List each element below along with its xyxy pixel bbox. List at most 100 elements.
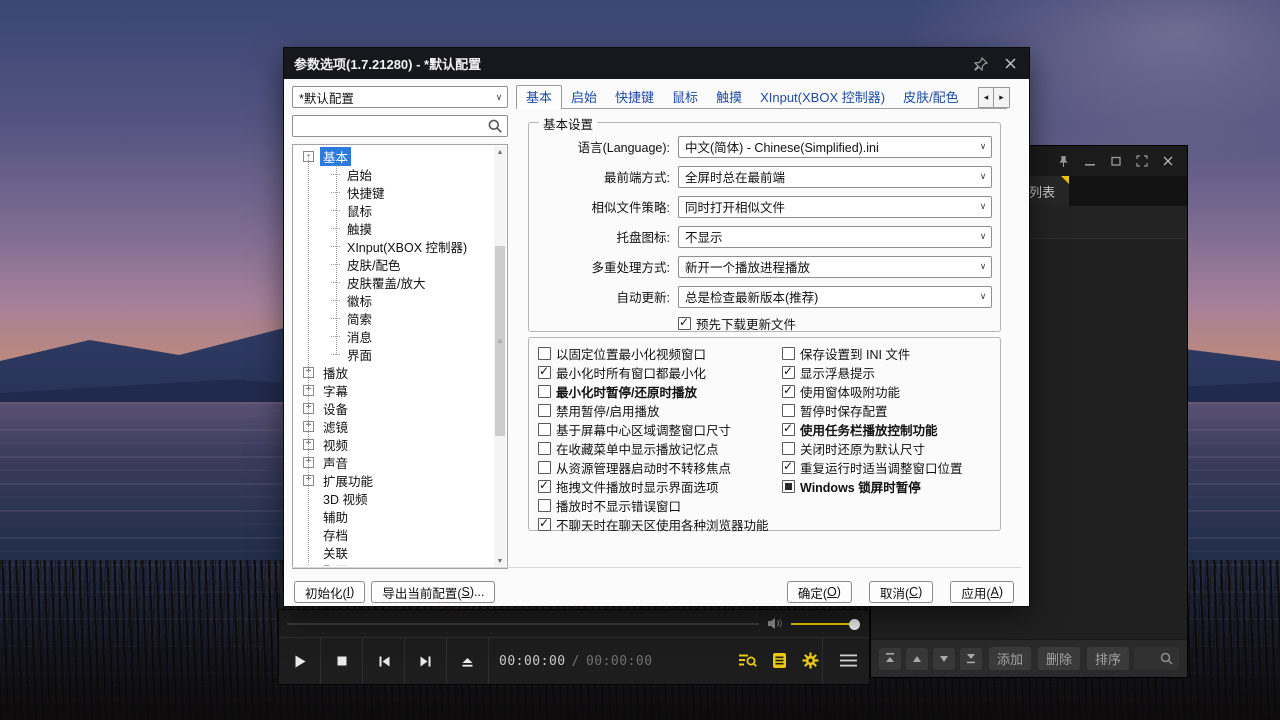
initialize-button[interactable]: 初始化(I) [294, 581, 365, 603]
sort-button[interactable]: 排序 [1087, 647, 1129, 670]
tree-item[interactable]: 设备 [295, 399, 494, 417]
checkbox-row[interactable]: 使用窗体吸附功能 [782, 382, 963, 401]
checkbox-row[interactable]: 基于屏幕中心区域调整窗口尺寸 [538, 420, 769, 439]
previous-button[interactable] [363, 638, 405, 684]
tree-item[interactable]: 快捷键 [295, 183, 494, 201]
add-button[interactable]: 添加 [989, 647, 1031, 670]
tree-item[interactable]: 皮肤/配色 [295, 255, 494, 273]
scroll-up-icon[interactable]: ▲ [494, 146, 506, 158]
tray-icon-select[interactable]: 不显示∨ [678, 226, 992, 248]
tree-item[interactable]: 触摸 [295, 219, 494, 237]
settings-gear-icon[interactable] [802, 652, 819, 669]
checkbox-row[interactable]: 使用任务栏播放控制功能 [782, 420, 963, 439]
checkbox-row[interactable]: 不聊天时在聊天区使用各种浏览器功能 [538, 515, 769, 534]
tree-item[interactable]: 消息 [295, 327, 494, 345]
checkbox-row[interactable]: 播放时不显示错误窗口 [538, 496, 769, 515]
volume-knob[interactable] [849, 619, 860, 630]
checkbox-row[interactable]: 以固定位置最小化视频窗口 [538, 344, 769, 363]
tab-start[interactable]: 启始 [562, 87, 606, 108]
ontop-mode-select[interactable]: 全屏时总在最前端∨ [678, 166, 992, 188]
similar-file-select[interactable]: 同时打开相似文件∨ [678, 196, 992, 218]
tree-item[interactable]: 配置 [295, 561, 494, 566]
delete-button[interactable]: 删除 [1038, 647, 1080, 670]
pin-icon[interactable] [1056, 154, 1071, 169]
settings-tree: 基本 启始 快捷键 鼠标 触摸 XInput(XBOX 控制器) 皮肤/配色 皮… [292, 144, 508, 569]
checkbox-row[interactable]: Windows 锁屏时暂停 [782, 477, 963, 496]
scan-search-icon[interactable] [738, 652, 757, 669]
cancel-button[interactable]: 取消(C) [869, 581, 933, 603]
move-bottom-button[interactable] [960, 648, 982, 670]
tab-xinput[interactable]: XInput(XBOX 控制器) [751, 87, 894, 108]
tree-item[interactable]: 播放 [295, 363, 494, 381]
seek-bar[interactable] [287, 623, 759, 625]
tree-item[interactable]: 视频 [295, 435, 494, 453]
tree-item[interactable]: 声音 [295, 453, 494, 471]
tree-item[interactable]: 启始 [295, 165, 494, 183]
maximize-icon[interactable] [1108, 154, 1123, 169]
move-top-button[interactable] [879, 648, 901, 670]
next-button[interactable] [405, 638, 447, 684]
eject-button[interactable] [447, 638, 489, 684]
predownload-update-checkbox[interactable]: 预先下载更新文件 [678, 314, 796, 333]
tree-item[interactable]: 辅助 [295, 507, 494, 525]
close-icon[interactable] [1004, 57, 1017, 70]
checkbox-row[interactable]: 最小化时所有窗口都最小化 [538, 363, 769, 382]
tree-scrollbar[interactable]: ▲ ≡ ▼ [494, 146, 506, 567]
settings-search-input[interactable] [292, 115, 508, 137]
scroll-down-icon[interactable]: ▼ [494, 555, 506, 567]
move-down-button[interactable] [933, 648, 955, 670]
checkbox-row[interactable]: 拖拽文件播放时显示界面选项 [538, 477, 769, 496]
checkbox-row[interactable]: 关闭时还原为默认尺寸 [782, 439, 963, 458]
checkbox-row[interactable]: 从资源管理器启动时不转移焦点 [538, 458, 769, 477]
scrollbar-thumb[interactable]: ≡ [495, 246, 505, 436]
tree-item[interactable]: 皮肤覆盖/放大 [295, 273, 494, 291]
multi-instance-select[interactable]: 新开一个播放进程播放∨ [678, 256, 992, 278]
tree-item[interactable]: 徽标 [295, 291, 494, 309]
checkbox-row[interactable]: 暂停时保存配置 [782, 401, 963, 420]
tab-touch[interactable]: 触摸 [707, 87, 751, 108]
tree-item[interactable]: XInput(XBOX 控制器) [295, 237, 494, 255]
minimize-icon[interactable] [1082, 154, 1097, 169]
tab-basic[interactable]: 基本 [516, 85, 562, 109]
tree-item[interactable]: 关联 [295, 543, 494, 561]
tab-scroll-right-icon[interactable]: ▸ [994, 87, 1010, 108]
tree-item[interactable]: 简索 [295, 309, 494, 327]
tab-mouse[interactable]: 鼠标 [663, 87, 707, 108]
tab-skins[interactable]: 皮肤/配色 [894, 87, 968, 108]
auto-update-select[interactable]: 总是检查最新版本(推荐)∨ [678, 286, 992, 308]
tab-hotkeys[interactable]: 快捷键 [606, 87, 663, 108]
playlist-search-input[interactable] [1134, 647, 1179, 670]
ok-button[interactable]: 确定(O) [787, 581, 852, 603]
play-button[interactable] [279, 638, 321, 684]
tree-item[interactable]: 字幕 [295, 381, 494, 399]
profile-select[interactable]: *默认配置 ∨ [292, 86, 508, 108]
tree-item[interactable]: 滤镜 [295, 417, 494, 435]
checkbox-row[interactable]: 禁用暂停/启用播放 [538, 401, 769, 420]
checkbox-icon [538, 461, 551, 474]
tree-item[interactable]: 存档 [295, 525, 494, 543]
checkbox-row[interactable]: 重复运行时适当调整窗口位置 [782, 458, 963, 477]
tree-item[interactable]: 扩展功能 [295, 471, 494, 489]
language-select[interactable]: 中文(简体) - Chinese(Simplified).ini∨ [678, 136, 992, 158]
move-up-button[interactable] [906, 648, 928, 670]
tab-scroll-left-icon[interactable]: ◂ [978, 87, 994, 108]
tree-item[interactable]: 3D 视频 [295, 489, 494, 507]
seek-row [279, 610, 869, 637]
export-config-button[interactable]: 导出当前配置(S)... [371, 581, 495, 603]
checkbox-row[interactable]: 在收藏菜单中显示播放记忆点 [538, 439, 769, 458]
checkbox-row[interactable]: 保存设置到 INI 文件 [782, 344, 963, 363]
tree-item[interactable]: 界面 [295, 345, 494, 363]
volume-slider[interactable] [791, 623, 855, 625]
tree-item[interactable]: 基本 [295, 147, 494, 165]
pin-icon[interactable] [974, 57, 988, 71]
apply-button[interactable]: 应用(A) [950, 581, 1014, 603]
playlist-icon[interactable] [772, 652, 787, 669]
tree-item[interactable]: 鼠标 [295, 201, 494, 219]
menu-icon[interactable] [840, 637, 857, 684]
fullscreen-icon[interactable] [1134, 154, 1149, 169]
stop-button[interactable] [321, 638, 363, 684]
close-icon[interactable] [1160, 154, 1175, 169]
volume-icon[interactable] [767, 617, 784, 630]
checkbox-row[interactable]: 最小化时暂停/还原时播放 [538, 382, 769, 401]
checkbox-row[interactable]: 显示浮悬提示 [782, 363, 963, 382]
